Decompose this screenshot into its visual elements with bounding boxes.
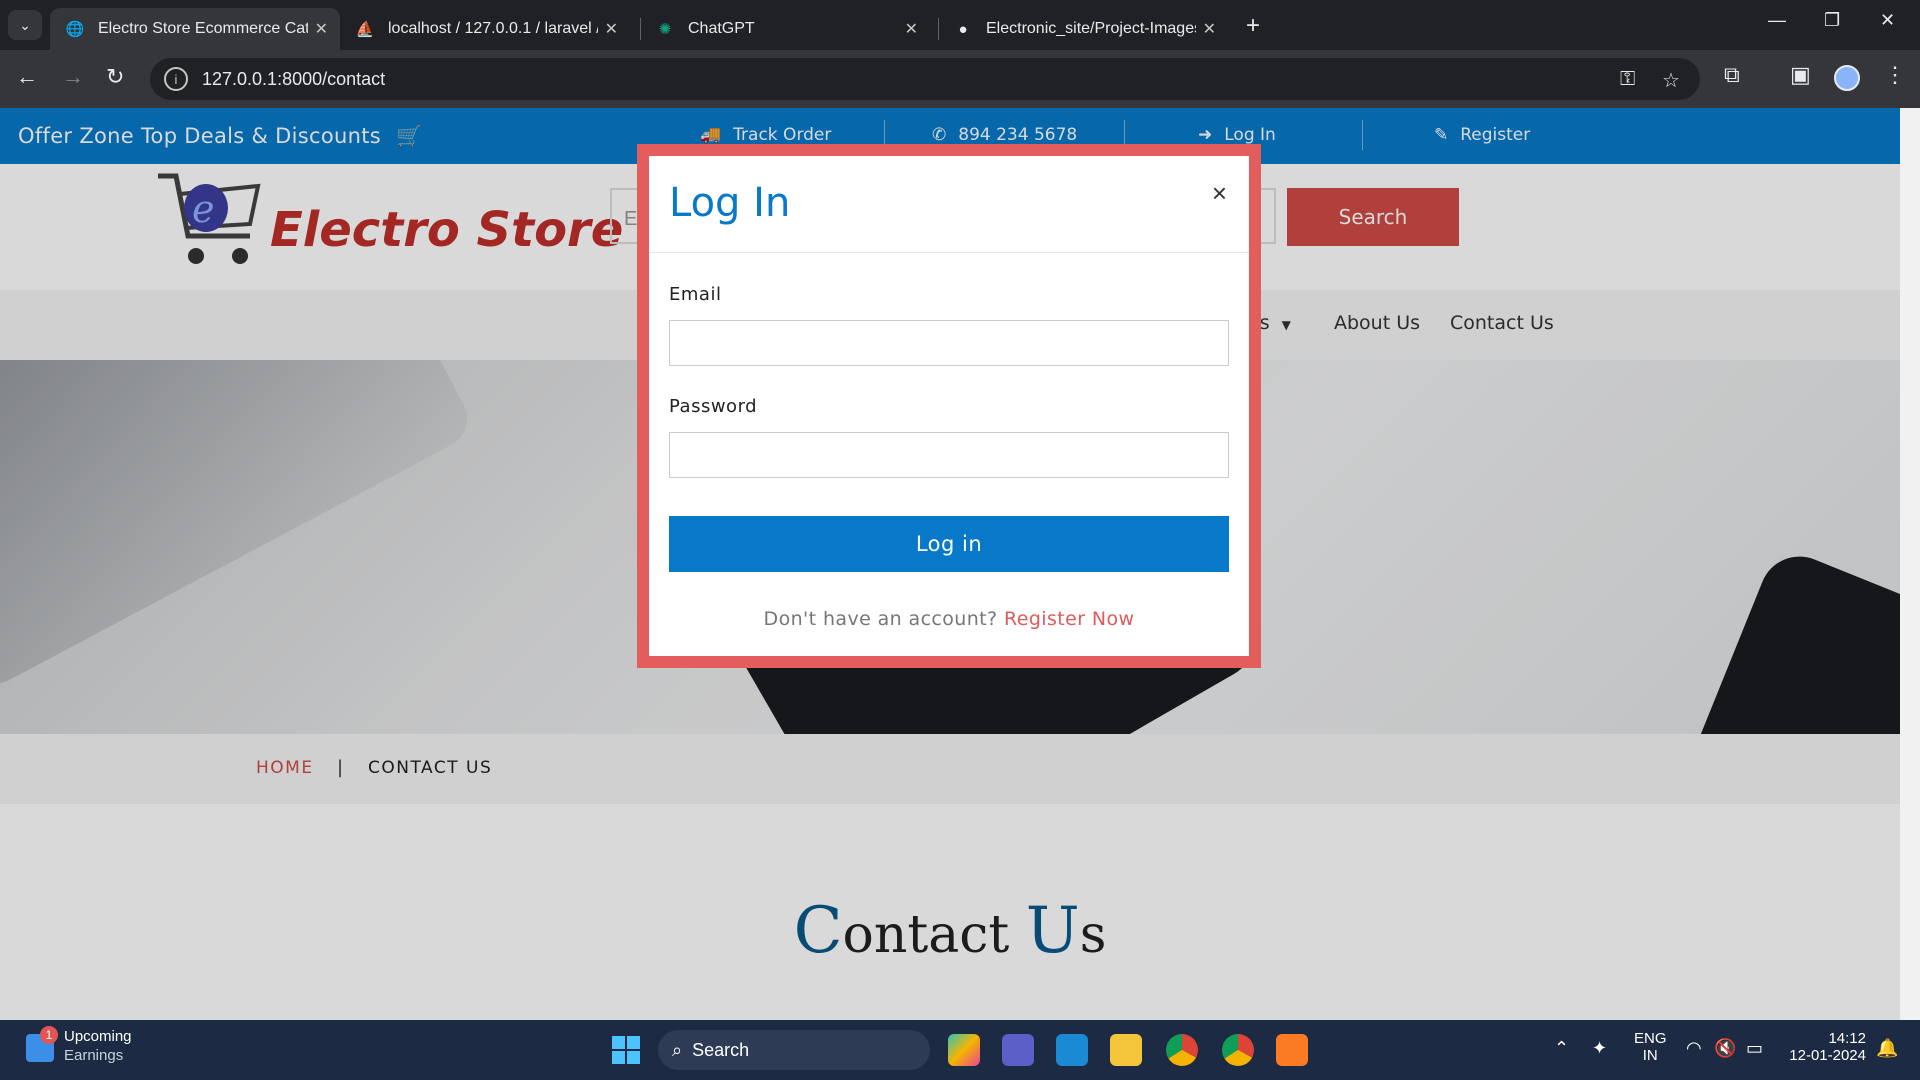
tab-chatgpt[interactable]: ✺ ChatGPT ✕ bbox=[640, 8, 930, 50]
browser-menu-icon[interactable]: ⋮ bbox=[1884, 62, 1906, 88]
url-text: 127.0.0.1:8000/contact bbox=[202, 68, 386, 89]
email-field[interactable] bbox=[669, 320, 1229, 366]
xampp-icon[interactable] bbox=[1276, 1034, 1308, 1066]
password-field[interactable] bbox=[669, 432, 1229, 478]
windows-taskbar: 1 Upcoming Earnings ⌕ Search ⌃ ✦ ENG IN … bbox=[0, 1020, 1920, 1080]
register-now-link[interactable]: Register Now bbox=[1004, 608, 1134, 630]
volume-muted-icon[interactable]: 🔇 bbox=[1714, 1038, 1736, 1059]
copilot-icon[interactable] bbox=[948, 1034, 980, 1066]
close-tab-icon[interactable]: ✕ bbox=[605, 19, 618, 39]
register-prompt-text: Don't have an account? bbox=[763, 608, 998, 630]
login-modal-content: Log In × Email Password Log in Don't hav… bbox=[649, 156, 1249, 656]
login-modal: Log In × Email Password Log in Don't hav… bbox=[637, 144, 1261, 668]
tab-electro-store[interactable]: 🌐 Electro Store Ecommerce Categ ✕ bbox=[50, 8, 340, 50]
lang-top: ENG bbox=[1634, 1030, 1667, 1047]
close-tab-icon[interactable]: ✕ bbox=[315, 19, 328, 39]
chatgpt-icon: ✺ bbox=[658, 21, 672, 38]
side-panel-icon[interactable]: ▣ bbox=[1790, 62, 1811, 88]
chrome-icon[interactable] bbox=[1222, 1034, 1254, 1066]
tab-title: Electronic_site/Project-Images a bbox=[986, 20, 1196, 37]
show-hidden-icons-icon[interactable]: ⌃ bbox=[1554, 1038, 1569, 1059]
tab-phpmyadmin[interactable]: ⛵ localhost / 127.0.0.1 / laravel / c ✕ bbox=[340, 8, 630, 50]
restore-button[interactable]: ❐ bbox=[1824, 10, 1840, 31]
browser-tab-strip: ⌄ 🌐 Electro Store Ecommerce Categ ✕ ⛵ lo… bbox=[0, 0, 1920, 50]
phpmyadmin-icon: ⛵ bbox=[355, 21, 375, 38]
tab-title: Electro Store Ecommerce Categ bbox=[98, 20, 308, 37]
profile-avatar[interactable] bbox=[1834, 65, 1860, 91]
site-info-icon[interactable]: i bbox=[164, 67, 188, 91]
close-tab-icon[interactable]: ✕ bbox=[905, 19, 918, 39]
forward-icon[interactable]: → bbox=[62, 64, 84, 90]
new-tab-button[interactable]: + bbox=[1246, 12, 1260, 40]
close-window-button[interactable]: ✕ bbox=[1880, 10, 1895, 31]
notification-bell-icon[interactable]: 🔔 bbox=[1876, 1038, 1898, 1059]
vscode-icon[interactable] bbox=[1056, 1034, 1088, 1066]
clock-date: 12-01-2024 bbox=[1789, 1047, 1866, 1064]
reload-icon[interactable]: ↻ bbox=[106, 64, 124, 90]
email-label: Email bbox=[669, 284, 722, 305]
close-icon[interactable]: × bbox=[1212, 178, 1227, 209]
github-icon: ● bbox=[958, 20, 968, 38]
dropbox-icon[interactable]: ✦ bbox=[1592, 1038, 1607, 1059]
teams-icon[interactable] bbox=[1002, 1034, 1034, 1066]
web-page: Offer Zone Top Deals & Discounts 🛒 🚚 Tra… bbox=[0, 108, 1900, 1020]
bookmark-star-icon[interactable]: ☆ bbox=[1662, 68, 1680, 93]
browser-toolbar: ← → ↻ i 127.0.0.1:8000/contact ⚿ ☆ bbox=[0, 50, 1920, 108]
lang-bottom: IN bbox=[1642, 1047, 1658, 1064]
login-submit-button[interactable]: Log in bbox=[669, 516, 1229, 572]
widget-title: Upcoming bbox=[64, 1028, 132, 1045]
clock-time: 14:12 bbox=[1828, 1030, 1866, 1047]
password-key-icon[interactable]: ⚿ bbox=[1620, 68, 1635, 91]
modal-header: Log In × bbox=[649, 156, 1249, 253]
minimize-button[interactable]: — bbox=[1768, 10, 1786, 31]
clock[interactable]: 14:12 12-01-2024 bbox=[1786, 1030, 1866, 1064]
close-tab-icon[interactable]: ✕ bbox=[1203, 19, 1216, 39]
file-explorer-icon[interactable] bbox=[1110, 1034, 1142, 1066]
address-bar[interactable]: i 127.0.0.1:8000/contact ⚿ ☆ bbox=[150, 58, 1700, 100]
chrome-icon[interactable] bbox=[1166, 1034, 1198, 1066]
extensions-icon[interactable]: ⧉ bbox=[1724, 62, 1740, 88]
tab-search-button[interactable]: ⌄ bbox=[8, 10, 42, 40]
page-scrollbar[interactable] bbox=[1900, 108, 1920, 1020]
weather-widget[interactable]: Upcoming Earnings bbox=[64, 1028, 132, 1064]
wifi-icon[interactable]: ◠ bbox=[1686, 1038, 1702, 1059]
search-icon: ⌕ bbox=[672, 1039, 683, 1060]
tab-title: ChatGPT bbox=[688, 20, 755, 37]
back-icon[interactable]: ← bbox=[16, 64, 38, 90]
globe-icon: 🌐 bbox=[65, 21, 85, 38]
battery-icon[interactable]: ▭ bbox=[1746, 1038, 1763, 1059]
password-label: Password bbox=[669, 396, 758, 417]
taskbar-search-label: Search bbox=[692, 1039, 750, 1060]
tab-github[interactable]: ● Electronic_site/Project-Images a ✕ bbox=[938, 8, 1228, 50]
notification-badge: 1 bbox=[40, 1026, 58, 1044]
language-indicator[interactable]: ENG IN bbox=[1634, 1030, 1667, 1064]
start-button[interactable] bbox=[612, 1036, 640, 1064]
widget-subtitle: Earnings bbox=[64, 1047, 124, 1064]
taskbar-search[interactable]: ⌕ Search bbox=[658, 1030, 930, 1070]
tab-title: localhost / 127.0.0.1 / laravel / c bbox=[388, 20, 598, 37]
register-prompt: Don't have an account? Register Now bbox=[649, 608, 1249, 630]
modal-title: Log In bbox=[669, 180, 791, 226]
